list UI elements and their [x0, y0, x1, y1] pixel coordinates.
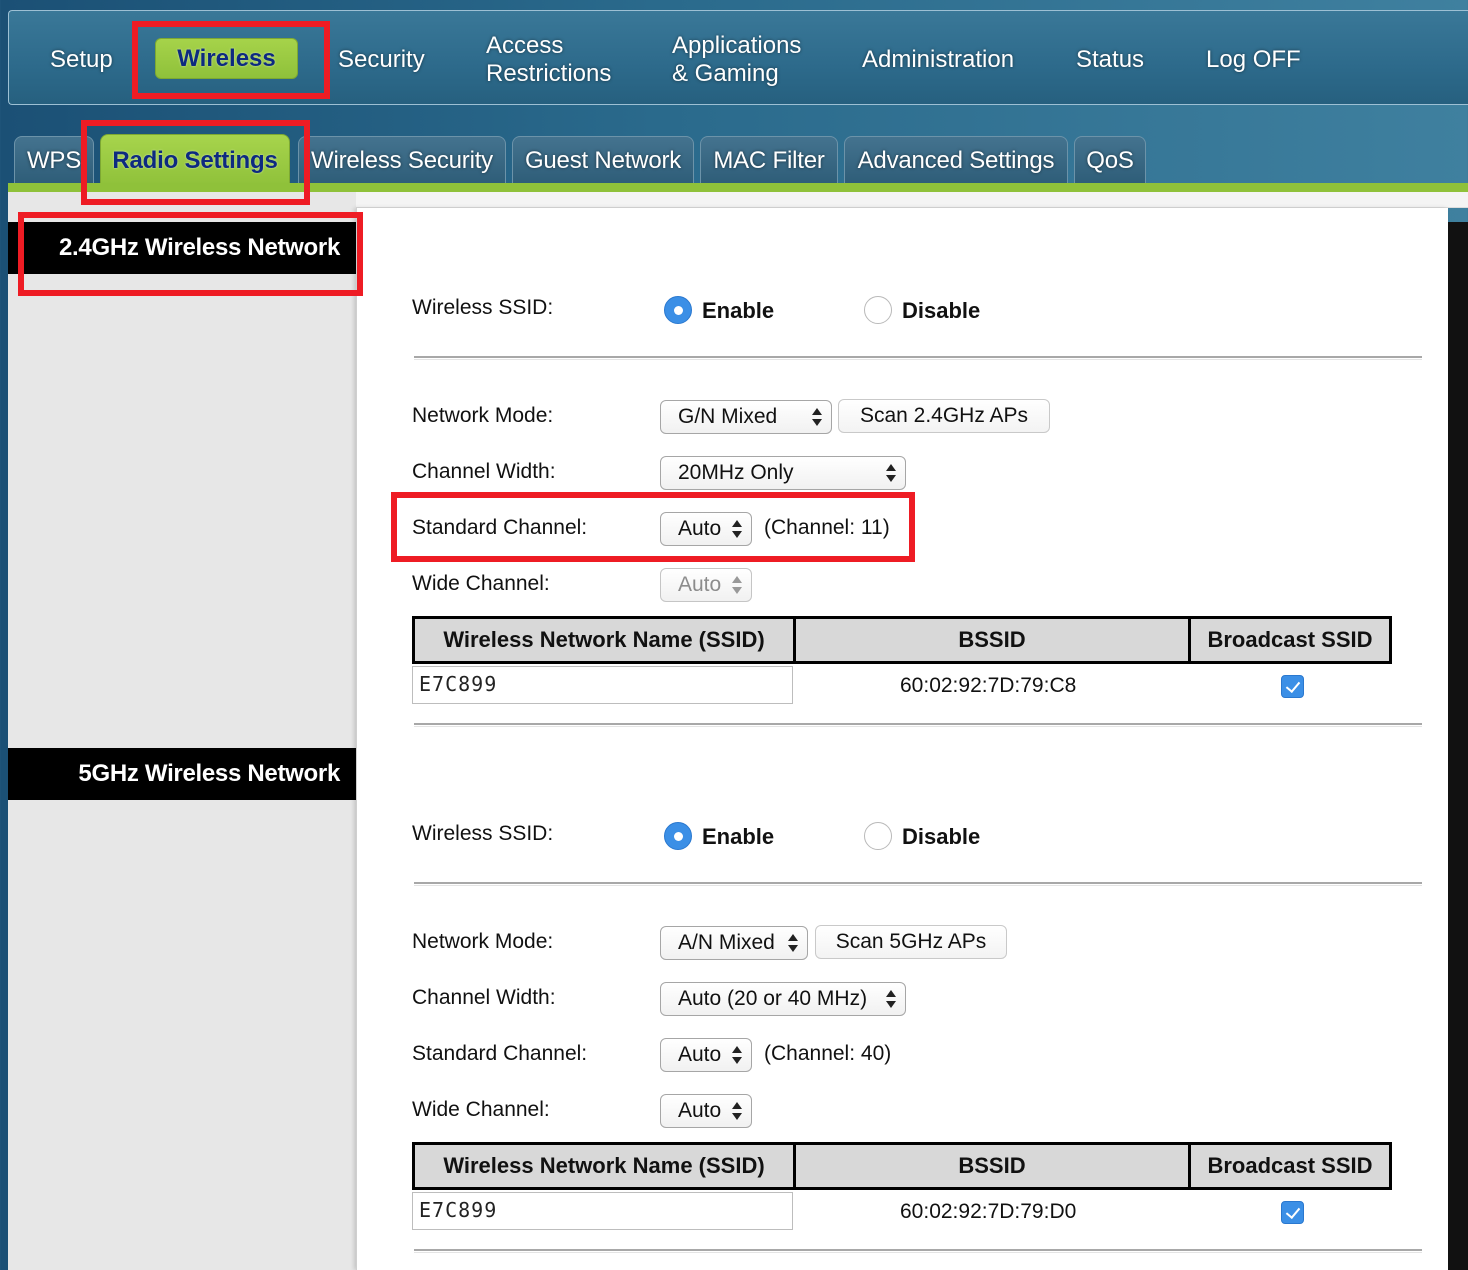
nav-status[interactable]: Status [1076, 46, 1144, 74]
select-arrows-icon [788, 933, 798, 953]
bssid-value-5: 60:02:92:7D:79:D0 [900, 1200, 1077, 1223]
channel-width-select-5[interactable]: Auto (20 or 40 MHz) [660, 982, 906, 1016]
col-ssid: Wireless Network Name (SSID) [415, 1145, 793, 1187]
standard-channel-select-5[interactable]: Auto [660, 1038, 752, 1072]
wide-channel-value-24: Auto [678, 573, 722, 596]
tab-advanced-settings[interactable]: Advanced Settings [844, 136, 1068, 184]
nav-apps-line2: & Gaming [672, 60, 779, 87]
tab-wireless-security[interactable]: Wireless Security [298, 136, 506, 184]
network-mode-value-5: A/N Mixed [678, 931, 775, 954]
select-arrows-icon [732, 519, 742, 539]
divider [414, 882, 1422, 886]
col-ssid: Wireless Network Name (SSID) [415, 619, 793, 661]
radio-disable-5[interactable] [864, 822, 892, 850]
nav-administration[interactable]: Administration [862, 46, 1014, 74]
tab-guest-network[interactable]: Guest Network [512, 136, 694, 184]
content-top-bar [356, 192, 1468, 208]
divider [414, 1249, 1422, 1253]
select-arrows-icon [732, 575, 742, 595]
select-arrows-icon [732, 1101, 742, 1121]
nav-access-line2: Restrictions [486, 60, 612, 87]
wide-channel-select-24: Auto [660, 568, 752, 602]
select-arrows-icon [812, 407, 822, 427]
channel-width-select-24[interactable]: 20MHz Only [660, 456, 906, 490]
radio-enable-label-24: Enable [702, 298, 775, 323]
col-bssid: BSSID [796, 619, 1188, 661]
channel-width-value-24: 20MHz Only [678, 461, 794, 484]
channel-width-value-5: Auto (20 or 40 MHz) [678, 987, 868, 1010]
ssid-table-header-24: Wireless Network Name (SSID) BSSID Broad… [412, 616, 1392, 664]
section-24ghz-title: 2.4GHz Wireless Network [8, 222, 356, 274]
ssid-input-24[interactable]: E7C899 [412, 666, 793, 704]
col-broadcast: Broadcast SSID [1191, 619, 1389, 661]
select-arrows-icon [732, 1045, 742, 1065]
label-wireless-ssid-24: Wireless SSID: [412, 296, 554, 319]
nav-applications-gaming[interactable]: Applications & Gaming [672, 32, 801, 88]
bssid-value-24: 60:02:92:7D:79:C8 [900, 674, 1077, 697]
label-channel-width-5: Channel Width: [412, 986, 556, 1009]
ssid-table-header-5: Wireless Network Name (SSID) BSSID Broad… [412, 1142, 1392, 1190]
nav-apps-line1: Applications [672, 32, 802, 59]
nav-wireless[interactable]: Wireless [155, 38, 298, 79]
label-wireless-ssid-5: Wireless SSID: [412, 822, 554, 845]
network-mode-select-5[interactable]: A/N Mixed [660, 926, 808, 960]
radio-disable-label-5: Disable [902, 824, 981, 849]
subtab-underline [8, 183, 1468, 192]
radio-enable-label-5: Enable [702, 824, 775, 849]
divider [414, 723, 1422, 727]
network-mode-select-24[interactable]: G/N Mixed [660, 400, 832, 434]
broadcast-ssid-checkbox-24[interactable] [1281, 675, 1304, 698]
ssid-input-5[interactable]: E7C899 [412, 1192, 793, 1230]
nav-security[interactable]: Security [338, 46, 425, 74]
network-mode-value-24: G/N Mixed [678, 405, 778, 428]
nav-logoff[interactable]: Log OFF [1206, 46, 1301, 74]
radio-enable-5[interactable] [664, 822, 692, 850]
label-channel-width-24: Channel Width: [412, 460, 556, 483]
nav-access-line1: Access [486, 32, 564, 59]
divider [414, 356, 1422, 360]
wide-channel-select-5[interactable]: Auto [660, 1094, 752, 1128]
col-bssid: BSSID [796, 1145, 1188, 1187]
label-standard-channel-5: Standard Channel: [412, 1042, 588, 1065]
label-network-mode-24: Network Mode: [412, 404, 554, 427]
label-wide-channel-24: Wide Channel: [412, 572, 550, 595]
label-standard-channel-24: Standard Channel: [412, 516, 588, 539]
scan-5ghz-button[interactable]: Scan 5GHz APs [815, 925, 1007, 959]
select-arrows-icon [886, 463, 896, 483]
tab-radio-settings[interactable]: Radio Settings [100, 134, 290, 186]
label-network-mode-5: Network Mode: [412, 930, 554, 953]
col-broadcast: Broadcast SSID [1191, 1145, 1389, 1187]
radio-disable-24[interactable] [864, 296, 892, 324]
channel-note-5: (Channel: 40) [764, 1042, 892, 1065]
label-wide-channel-5: Wide Channel: [412, 1098, 550, 1121]
scan-24ghz-button[interactable]: Scan 2.4GHz APs [838, 399, 1050, 433]
standard-channel-value-5: Auto [678, 1043, 722, 1066]
radio-enable-24[interactable] [664, 296, 692, 324]
tab-wps[interactable]: WPS [14, 136, 94, 184]
nav-setup[interactable]: Setup [50, 46, 113, 74]
left-panel [8, 192, 356, 1270]
select-arrows-icon [886, 989, 896, 1009]
nav-access-restrictions[interactable]: Access Restrictions [486, 32, 611, 88]
section-5ghz-title: 5GHz Wireless Network [8, 748, 356, 800]
scrollbar[interactable] [1448, 222, 1468, 1270]
standard-channel-select-24[interactable]: Auto [660, 512, 752, 546]
broadcast-ssid-checkbox-5[interactable] [1281, 1201, 1304, 1224]
standard-channel-value-24: Auto [678, 517, 722, 540]
tab-mac-filter[interactable]: MAC Filter [700, 136, 838, 184]
radio-disable-label-24: Disable [902, 298, 981, 323]
channel-note-24: (Channel: 11) [764, 516, 890, 539]
tab-qos[interactable]: QoS [1074, 136, 1146, 184]
wide-channel-value-5: Auto [678, 1099, 722, 1122]
